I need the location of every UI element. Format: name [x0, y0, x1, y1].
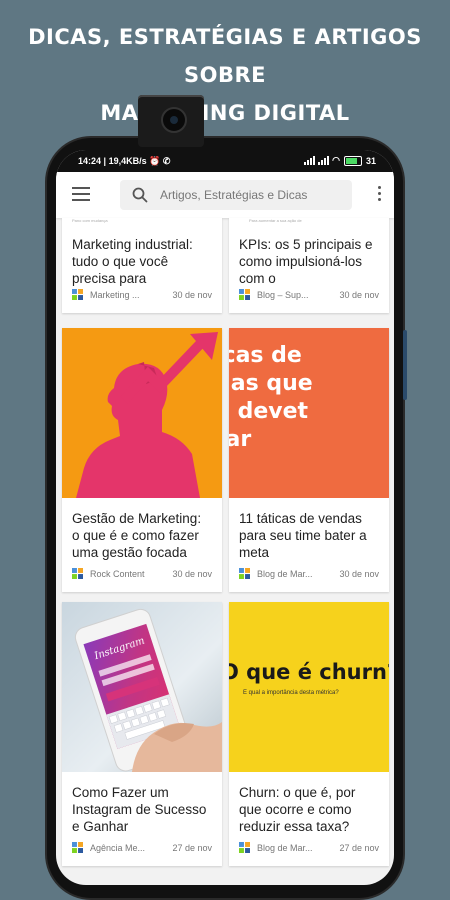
thumbnail-text: icas de das que ê devet tar	[229, 343, 313, 452]
phone-side-button	[403, 330, 407, 400]
source-logo-icon	[239, 842, 250, 853]
article-date: 27 de nov	[172, 843, 212, 853]
article-card[interactable]: icas de das que ê devet tar 11 táticas d…	[229, 328, 389, 592]
phone-in-hand-illustration: Instagram	[74, 608, 222, 772]
article-source: Blog de Mar...	[257, 843, 313, 853]
promo-headline: DICAS, ESTRATÉGIAS E ARTIGOS SOBRE MARKE…	[0, 18, 450, 132]
status-bar: 14:24 | 19,4KB/s ⏰ ✆ ◠ 31	[56, 150, 394, 172]
article-title: KPIs: os 5 principais e como impulsioná-…	[239, 237, 373, 286]
article-date: 30 de nov	[172, 569, 212, 579]
article-card[interactable]: Para aumentar a sua ação de KPIs: os 5 p…	[229, 218, 389, 313]
article-date: 30 de nov	[339, 569, 379, 579]
source-logo-icon	[239, 568, 250, 579]
article-title: Como Fazer um Instagram de Sucesso e Gan…	[72, 785, 207, 834]
signal-icon	[304, 156, 316, 165]
article-meta: Blog – Sup... 30 de nov	[239, 289, 379, 301]
article-meta: Marketing ... 30 de nov	[72, 289, 212, 301]
thumb-caption: Para aumentar a sua ação de	[249, 218, 302, 223]
status-time: 14:24	[78, 156, 102, 166]
article-source: Blog – Sup...	[257, 290, 309, 300]
app-bar	[56, 172, 394, 218]
article-card[interactable]: Pano com mudança Marketing industrial: t…	[62, 218, 222, 313]
article-source: Marketing ...	[90, 290, 140, 300]
growth-head-illustration	[76, 332, 218, 498]
article-date: 30 de nov	[172, 290, 212, 300]
source-logo-icon	[72, 568, 83, 579]
thumb-caption: Pano com mudança	[72, 218, 108, 223]
alarm-icon: ⏰	[149, 156, 161, 166]
article-meta: Blog de Mar... 30 de nov	[239, 568, 379, 580]
more-options-icon[interactable]	[376, 186, 382, 204]
article-meta: Blog de Mar... 27 de nov	[239, 842, 379, 854]
article-source: Agência Me...	[90, 843, 146, 853]
status-network-speed: 19,4KB/s	[108, 156, 147, 166]
article-title: Marketing industrial: tudo o que você pr…	[72, 237, 193, 286]
popup-camera	[138, 95, 204, 147]
whatsapp-icon: ✆	[162, 156, 171, 166]
article-meta: Rock Content 30 de nov	[72, 568, 212, 580]
article-card[interactable]: Gestão de Marketing: o que é e como faze…	[62, 328, 222, 592]
thumbnail-subheading: E qual a importância desta métrica?	[243, 690, 339, 696]
article-title: 11 táticas de vendas para seu time bater…	[239, 511, 367, 560]
source-logo-icon	[72, 289, 83, 300]
article-source: Rock Content	[90, 569, 145, 579]
status-right: ◠ 31	[304, 155, 376, 166]
article-title: Gestão de Marketing: o que é e como faze…	[72, 511, 202, 560]
promo-headline-line-2: MARKETING DIGITAL	[100, 101, 350, 125]
source-logo-icon	[72, 842, 83, 853]
article-date: 27 de nov	[339, 843, 379, 853]
signal-2-icon	[318, 156, 330, 165]
article-thumbnail	[62, 328, 222, 498]
article-title: Churn: o que é, por que ocorre e como re…	[239, 785, 356, 834]
camera-lens-icon	[161, 107, 187, 133]
search-box[interactable]	[120, 180, 352, 210]
article-thumbnail: O que é churn? E qual a importância dest…	[229, 602, 389, 772]
article-card[interactable]: Instagram Como Fazer um Instagram de Suc…	[62, 602, 222, 866]
search-icon	[132, 187, 148, 203]
battery-level: 31	[365, 155, 376, 166]
phone-screen: 14:24 | 19,4KB/s ⏰ ✆ ◠ 31 Pano com mudan…	[56, 150, 394, 885]
wifi-icon: ◠	[332, 155, 340, 165]
source-logo-icon	[239, 289, 250, 300]
article-meta: Agência Me... 27 de nov	[72, 842, 212, 854]
article-date: 30 de nov	[339, 290, 379, 300]
hamburger-menu-icon[interactable]	[72, 187, 90, 201]
promo-headline-line-1: DICAS, ESTRATÉGIAS E ARTIGOS SOBRE	[28, 25, 422, 87]
article-source: Blog de Mar...	[257, 569, 313, 579]
article-thumbnail: icas de das que ê devet tar	[229, 328, 389, 498]
article-thumbnail: Instagram	[62, 602, 222, 772]
battery-icon	[343, 155, 362, 166]
status-left: 14:24 | 19,4KB/s ⏰ ✆	[78, 156, 171, 166]
thumbnail-heading: O que é churn?	[229, 660, 389, 684]
article-card[interactable]: O que é churn? E qual a importância dest…	[229, 602, 389, 866]
search-input[interactable]	[160, 180, 346, 210]
